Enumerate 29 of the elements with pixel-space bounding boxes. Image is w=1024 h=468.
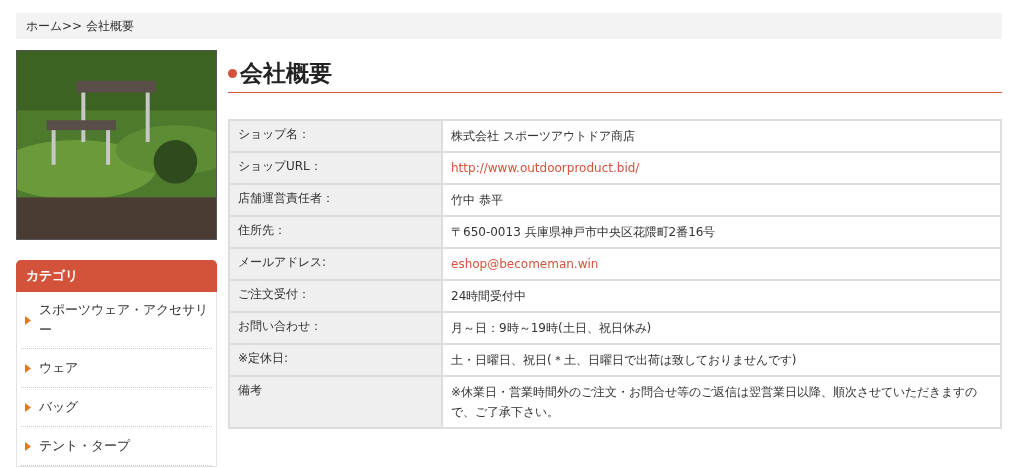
row-value: 土・日曜日、祝日(＊土、日曜日で出荷は致しておりませんです) <box>442 344 1001 376</box>
row-label: 備考 <box>229 376 442 428</box>
row-value: 24時間受付中 <box>442 280 1001 312</box>
row-label: 住所先： <box>229 216 442 248</box>
row-label: メールアドレス: <box>229 248 442 280</box>
row-label: ショップ名： <box>229 120 442 152</box>
breadcrumb: ホーム>> 会社概要 <box>16 13 1002 39</box>
category-link[interactable]: テント・タープ <box>21 427 212 466</box>
row-label: 店舗運営責任者： <box>229 184 442 216</box>
value-link[interactable]: eshop@becomeman.win <box>442 248 1001 280</box>
category-link[interactable]: ウェア <box>21 349 212 388</box>
row-label: ※定休日: <box>229 344 442 376</box>
row-label: ご注文受付： <box>229 280 442 312</box>
row-value: 株式会社 スポーツアウトドア商店 <box>442 120 1001 152</box>
triangle-icon <box>25 402 31 412</box>
row-value: 月～日：9時～19時(土日、祝日休み) <box>442 312 1001 344</box>
category-heading: カテゴリ <box>16 260 217 292</box>
triangle-icon <box>25 363 31 373</box>
value-link[interactable]: http://www.outdoorproduct.bid/ <box>442 152 1001 184</box>
row-label: お問い合わせ： <box>229 312 442 344</box>
category-link[interactable]: スポーツウェア・アクセサリー <box>21 292 212 349</box>
row-value: 竹中 恭平 <box>442 184 1001 216</box>
row-value: ※休業日・営業時間外のご注文・お問合せ等のご返信は翌営業日以降、順次させていただきますので、ご了承下さい。 <box>442 376 1001 428</box>
triangle-icon <box>25 315 31 325</box>
row-label: ショップURL： <box>229 152 442 184</box>
page-heading: 会社概要 <box>228 58 1002 93</box>
category-link[interactable]: バッグ <box>21 388 212 427</box>
row-value: 〒650-0013 兵庫県神戸市中央区花隈町2番16号 <box>442 216 1001 248</box>
triangle-icon <box>25 441 31 451</box>
